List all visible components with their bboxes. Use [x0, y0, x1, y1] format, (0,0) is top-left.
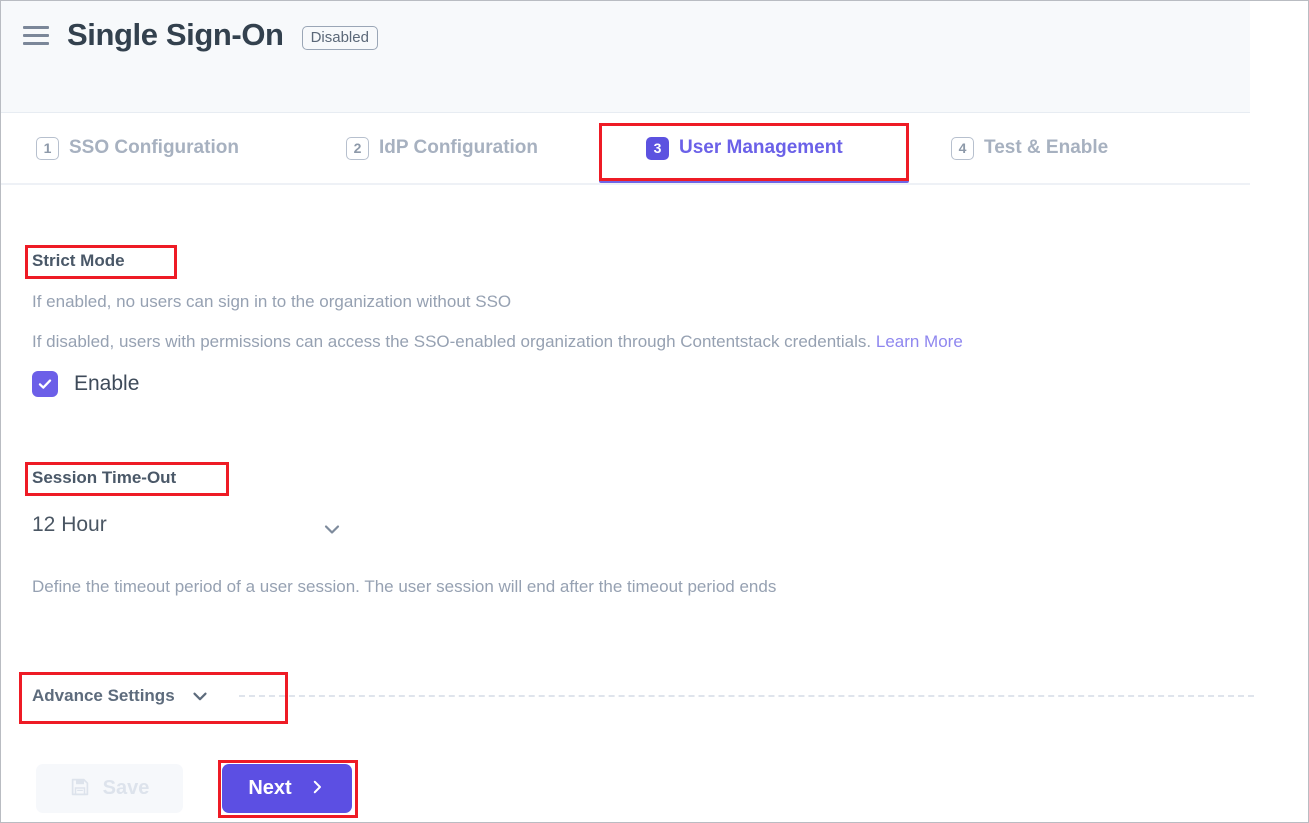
chevron-down-icon[interactable] — [189, 685, 211, 707]
tab-test-and-enable[interactable]: 4 Test & Enable — [951, 113, 1108, 183]
strict-mode-description-2: If disabled, users with permissions can … — [32, 332, 963, 352]
header-row: Single Sign-On Disabled — [23, 17, 378, 53]
strict-mode-description-2-text: If disabled, users with permissions can … — [32, 332, 871, 351]
next-button-label: Next — [248, 777, 291, 800]
learn-more-link[interactable]: Learn More — [876, 332, 963, 351]
tab-number-badge: 2 — [346, 137, 369, 160]
tab-number-badge: 4 — [951, 137, 974, 160]
session-timeout-select[interactable]: 12 Hour — [32, 513, 352, 537]
strict-mode-enable-row[interactable]: Enable — [32, 371, 139, 397]
session-timeout-description: Define the timeout period of a user sess… — [32, 577, 776, 597]
tab-label: Test & Enable — [984, 137, 1108, 159]
hamburger-icon[interactable] — [23, 24, 49, 46]
chevron-right-icon — [308, 778, 326, 799]
tab-bar: 1 SSO Configuration 2 IdP Configuration … — [1, 113, 1250, 185]
tab-label: User Management — [679, 137, 843, 159]
tab-user-management[interactable]: 3 User Management — [646, 113, 843, 183]
enable-checkbox[interactable] — [32, 371, 58, 397]
tab-number-badge: 3 — [646, 137, 669, 160]
page-header: Single Sign-On Disabled — [1, 1, 1250, 113]
advance-settings-label[interactable]: Advance Settings — [32, 686, 175, 706]
advance-settings-divider — [239, 695, 1254, 697]
save-button-label: Save — [103, 777, 150, 800]
enable-checkbox-label: Enable — [74, 372, 139, 396]
strict-mode-description-1: If enabled, no users can sign in to the … — [32, 292, 511, 312]
chevron-down-icon[interactable] — [320, 517, 344, 546]
active-tab-underline — [599, 179, 909, 183]
floppy-disk-icon — [70, 777, 90, 800]
tab-label: IdP Configuration — [379, 137, 538, 159]
next-button[interactable]: Next — [222, 764, 352, 813]
tab-idp-configuration[interactable]: 2 IdP Configuration — [346, 113, 538, 183]
strict-mode-heading: Strict Mode — [32, 251, 125, 271]
page-title: Single Sign-On — [67, 17, 284, 53]
session-timeout-heading: Session Time-Out — [32, 468, 176, 488]
sso-settings-page: Single Sign-On Disabled 1 SSO Configurat… — [0, 0, 1309, 823]
status-badge: Disabled — [302, 26, 378, 50]
tab-sso-configuration[interactable]: 1 SSO Configuration — [36, 113, 239, 183]
tab-label: SSO Configuration — [69, 137, 239, 159]
session-timeout-value: 12 Hour — [32, 513, 107, 537]
tab-number-badge: 1 — [36, 137, 59, 160]
advance-settings-row[interactable]: Advance Settings — [32, 685, 1254, 707]
save-button[interactable]: Save — [36, 764, 183, 813]
